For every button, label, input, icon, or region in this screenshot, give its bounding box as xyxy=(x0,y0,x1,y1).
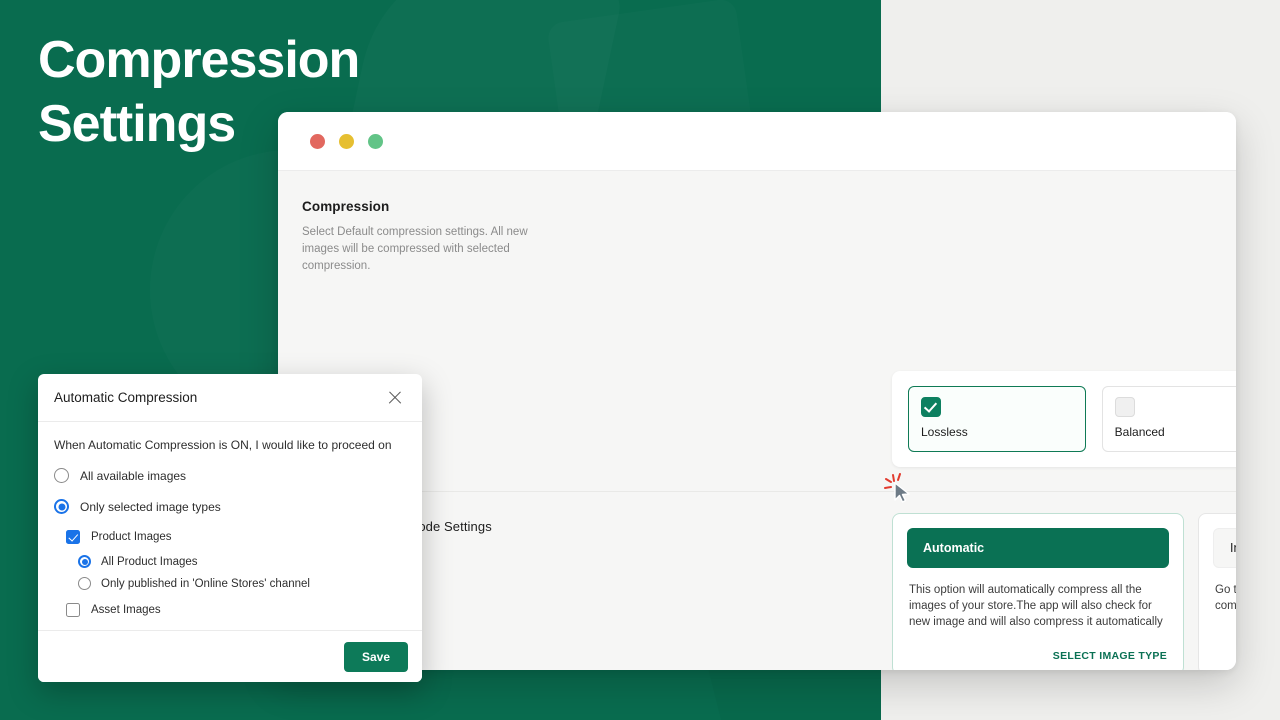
checkbox-icon-product-images[interactable] xyxy=(66,530,80,544)
compression-option-balanced[interactable]: Balanced xyxy=(1101,386,1236,452)
automatic-compression-modal: Automatic Compression When Automatic Com… xyxy=(38,374,422,682)
mode-card-individual-header: Individual xyxy=(1213,528,1236,568)
mode-card-automatic-description: This option will automatically compress … xyxy=(909,584,1163,628)
check-icon-balanced[interactable] xyxy=(1114,397,1135,417)
select-image-type-link[interactable]: SELECT IMAGE TYPE xyxy=(1053,650,1167,662)
compression-options-card: Lossless Balanced Lossy xyxy=(892,371,1236,467)
compression-title: Compression xyxy=(302,199,390,214)
compression-section-text: Compression Select Default compression s… xyxy=(302,199,614,275)
close-icon[interactable] xyxy=(384,387,406,409)
radio-only-selected-types[interactable]: Only selected image types xyxy=(54,499,406,514)
compression-description: Select Default compression settings. All… xyxy=(302,226,528,272)
check-icon-lossless[interactable] xyxy=(921,397,941,417)
window-titlebar xyxy=(278,112,1236,171)
checkbox-product-images[interactable]: Product Images xyxy=(66,530,406,544)
radio-all-available-images[interactable]: All available images xyxy=(54,468,406,483)
mode-cards: Automatic This option will automatically… xyxy=(892,513,1236,670)
cursor-pointer-icon xyxy=(884,473,910,503)
mode-card-automatic-header: Automatic xyxy=(907,528,1169,568)
compression-section: Compression Select Default compression s… xyxy=(278,171,1236,275)
compression-option-lossless-label: Lossless xyxy=(921,425,968,439)
maximize-window-dot[interactable] xyxy=(368,133,383,149)
mode-card-automatic[interactable]: Automatic This option will automatically… xyxy=(892,513,1184,670)
radio-all-available-images-label: All available images xyxy=(80,468,187,483)
modal-title: Automatic Compression xyxy=(54,390,198,405)
radio-icon-online-stores-channel[interactable] xyxy=(78,577,91,590)
radio-online-stores-channel-label: Only published in 'Online Stores' channe… xyxy=(101,577,310,590)
minimize-window-dot[interactable] xyxy=(339,133,354,149)
radio-all-product-images[interactable]: All Product Images xyxy=(78,555,406,568)
compression-option-lossless[interactable]: Lossless xyxy=(908,386,1086,452)
mode-card-individual-description: Go to the image list and select the imag… xyxy=(1215,584,1236,612)
checkbox-icon-asset-images[interactable] xyxy=(66,603,80,617)
checkbox-asset-images-label: Asset Images xyxy=(91,604,161,616)
section-divider-top xyxy=(302,491,1236,492)
checkbox-asset-images[interactable]: Asset Images xyxy=(66,603,406,617)
close-window-dot[interactable] xyxy=(310,133,325,149)
radio-icon-only-selected[interactable] xyxy=(54,499,69,514)
modal-save-button[interactable]: Save xyxy=(343,641,408,672)
compression-option-balanced-label: Balanced xyxy=(1114,425,1165,439)
modal-body: When Automatic Compression is ON, I woul… xyxy=(38,422,422,617)
checkbox-product-images-label: Product Images xyxy=(91,531,172,543)
radio-icon-all-product-images[interactable] xyxy=(78,555,91,568)
modal-prompt: When Automatic Compression is ON, I woul… xyxy=(54,438,392,452)
radio-all-product-images-label: All Product Images xyxy=(101,555,198,568)
modal-footer: Save xyxy=(38,630,422,682)
modal-header: Automatic Compression xyxy=(38,374,422,422)
radio-online-stores-channel[interactable]: Only published in 'Online Stores' channe… xyxy=(78,577,406,590)
radio-only-selected-types-label: Only selected image types xyxy=(80,499,221,514)
radio-icon-all-available[interactable] xyxy=(54,468,69,483)
mode-card-individual[interactable]: Individual Go to the image list and sele… xyxy=(1198,513,1236,670)
